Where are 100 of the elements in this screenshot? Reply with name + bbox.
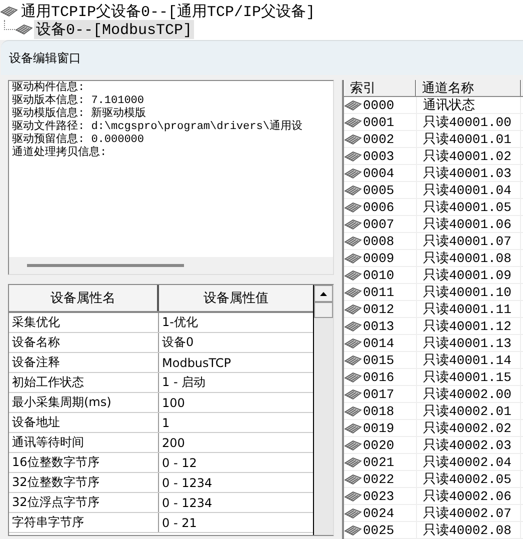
chip-icon: [344, 473, 362, 485]
table-cell: 只读40001.10: [416, 284, 521, 300]
table-cell: 只读40001.03: [416, 165, 521, 181]
chip-icon: [344, 524, 362, 536]
table-cell: 只读40001.13: [416, 335, 521, 351]
chip-icon: [344, 269, 362, 281]
column-header[interactable]: 设备属性名: [9, 285, 159, 311]
chip-icon: [344, 337, 362, 349]
table-cell: 只读40001.11: [416, 301, 521, 317]
info-line: 通道处理拷贝信息:: [12, 147, 107, 160]
table-cell: 字符串字节序: [9, 513, 159, 532]
table-cell: 只读40002.01: [416, 403, 521, 419]
chip-icon: [344, 235, 362, 247]
table-cell: 最小采集周期(ms): [9, 393, 159, 412]
scrollbar[interactable]: [314, 285, 333, 535]
table-cell: 0003: [363, 148, 394, 164]
table-cell: 只读40001.14: [416, 352, 521, 368]
chip-icon: [344, 99, 362, 111]
table-cell: 设备名称: [9, 333, 159, 352]
info-line: 驱动模版信息: 新驱动模版: [12, 108, 146, 120]
chip-icon: [344, 405, 362, 417]
table-cell: 0005: [363, 182, 394, 198]
scroll-up-button[interactable]: [314, 285, 333, 302]
chip-icon: [344, 201, 362, 213]
chip-icon: [344, 388, 362, 400]
table-cell: 只读40002.07: [416, 505, 521, 521]
column-header[interactable]: 设备属性值: [159, 285, 313, 311]
chip-icon: [344, 184, 362, 196]
table-cell: 只读40002.03: [416, 437, 521, 453]
table-cell-text: 0 - 12: [161, 454, 198, 472]
table-cell: 只读40001.12: [416, 318, 521, 334]
chip-icon: [344, 218, 362, 230]
up-arrow-icon: [320, 292, 327, 296]
chip-icon: [15, 23, 33, 35]
chip-icon: [344, 490, 362, 502]
table-cell: 只读40001.06: [416, 216, 521, 232]
table-cell-text: 100: [161, 394, 186, 412]
chip-icon: [344, 286, 362, 298]
chip-icon: [344, 371, 362, 383]
chip-icon: [344, 456, 362, 468]
table-cell: 只读40001.05: [416, 199, 521, 215]
table-cell: 0006: [363, 200, 394, 214]
table-cell: 0007: [363, 216, 394, 232]
table-cell: 0023: [363, 488, 394, 504]
table-cell: 0015: [363, 352, 394, 368]
chip-icon: [344, 320, 362, 332]
table-cell: 只读40001.01: [416, 131, 521, 147]
chip-icon: [344, 439, 362, 451]
column-header[interactable]: 索引: [344, 80, 416, 96]
table-cell: 0019: [363, 420, 394, 436]
info-line: 驱动预留信息: 0.000000: [12, 134, 144, 146]
table-cell: 0025: [363, 522, 394, 538]
table-cell: 0009: [363, 250, 394, 266]
table-cell: 只读40001.02: [416, 148, 521, 164]
table-cell: 通讯状态: [416, 97, 521, 113]
scrollbar-thumb[interactable]: [27, 264, 184, 267]
table-cell: 只读40002.02: [416, 420, 521, 436]
table-cell: 通讯等待时间: [9, 433, 159, 452]
table-cell: 只读40001.07: [416, 233, 521, 249]
scrollbar-thumb[interactable]: [314, 302, 333, 318]
window-title: 设备编辑窗口: [9, 50, 81, 66]
table-cell: 只读40001.15: [416, 369, 521, 385]
table-cell: 32位浮点字节序: [9, 493, 159, 512]
table-cell: 0018: [363, 404, 394, 418]
table-cell: 0010: [363, 268, 394, 282]
table-cell: 只读40001.09: [416, 267, 521, 283]
table-cell: 0000: [363, 98, 394, 112]
table-cell-text: 0 - 1234: [161, 494, 214, 512]
table-cell: 32位整数字节序: [9, 473, 159, 492]
table-cell-text: 1-优化: [161, 314, 199, 331]
chip-icon: [344, 252, 362, 264]
table-cell: 0004: [363, 166, 394, 180]
column-header[interactable]: 通道名称: [416, 80, 521, 96]
chip-icon: [344, 354, 362, 366]
table-cell: 0001: [363, 114, 394, 130]
table-cell: 0020: [363, 438, 394, 452]
table-cell: 采集优化: [9, 313, 159, 332]
table-cell: 0008: [363, 234, 394, 248]
table-cell-text: 设备0: [161, 334, 195, 351]
table-cell: 设备地址: [9, 413, 159, 432]
table-cell: 0002: [363, 132, 394, 146]
chip-icon: [344, 422, 362, 434]
chip-icon: [0, 5, 18, 17]
table-cell: 16位整数字节序: [9, 453, 159, 472]
table-cell-text: 0 - 1234: [161, 474, 214, 492]
info-line: 驱动文件路径: d:\mcgspro\program\drivers\通用设: [12, 121, 302, 133]
table-cell-text: 0 - 21: [161, 514, 198, 532]
table-cell: 0013: [363, 318, 394, 334]
tree-item[interactable]: 通用TCPIP父设备0--[通用TCP/IP父设备]: [19, 2, 318, 20]
table-cell-text: 1 - 启动: [161, 374, 207, 391]
table-cell: 只读40001.04: [416, 182, 521, 198]
table-cell: 0012: [363, 302, 394, 316]
table-cell: 只读40002.05: [416, 471, 521, 487]
table-cell: 只读40002.00: [416, 386, 521, 402]
info-line: 驱动版本信息: 7.101000: [12, 95, 144, 107]
tree-item[interactable]: 设备0--[ModbusTCP]: [34, 20, 194, 38]
chip-icon: [344, 133, 362, 145]
table-cell-text: 1: [161, 414, 171, 432]
chip-icon: [344, 150, 362, 162]
table-cell: 0024: [363, 506, 394, 520]
